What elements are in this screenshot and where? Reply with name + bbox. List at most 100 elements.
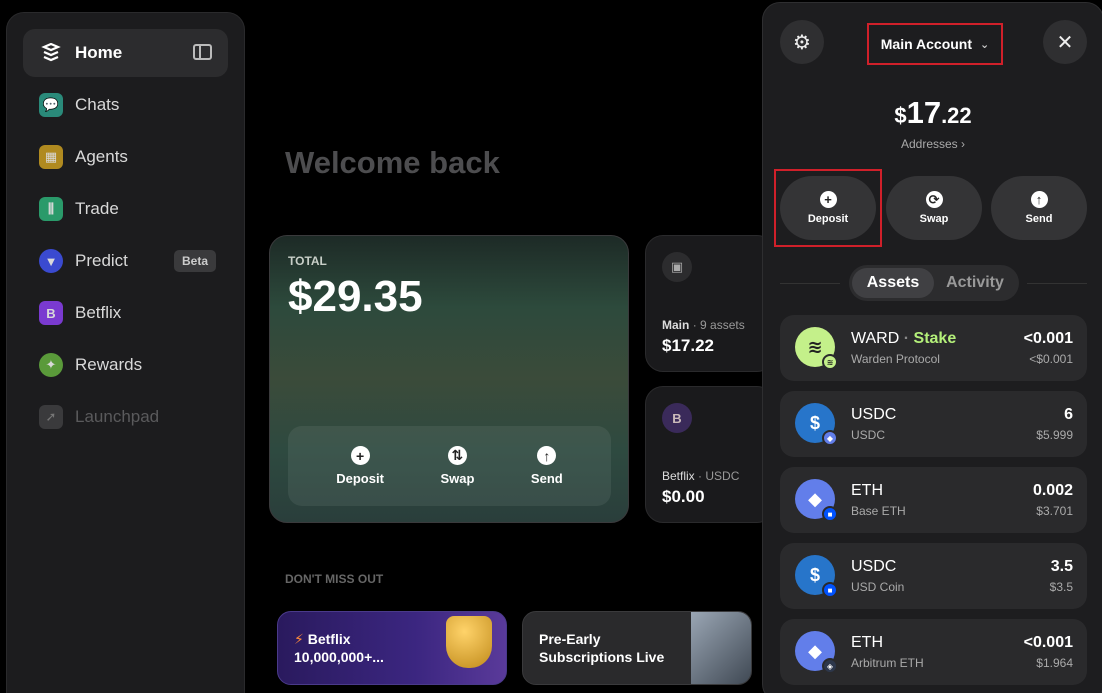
grid-icon: ▦ bbox=[39, 145, 63, 169]
wallet-swap-button[interactable]: ⟳ Swap bbox=[886, 176, 982, 240]
asset-symbol: USDC bbox=[851, 406, 897, 423]
settings-button[interactable]: ⚙ bbox=[780, 20, 824, 64]
base-badge-icon: ■ bbox=[822, 506, 838, 522]
sidebar-item-predict[interactable]: ▼ Predict Beta bbox=[23, 237, 228, 285]
account-balance: $0.00 bbox=[662, 487, 705, 506]
sidebar-item-launchpad[interactable]: ➚ Launchpad bbox=[23, 393, 228, 441]
total-balance-card: TOTAL $29.35 + Deposit ⇅ Swap ↑ Send bbox=[269, 235, 629, 523]
stake-link[interactable]: Stake bbox=[914, 330, 957, 347]
deposit-label: Deposit bbox=[336, 471, 384, 486]
asset-name: USDC bbox=[851, 558, 896, 576]
asset-name: USDC bbox=[851, 406, 896, 424]
wallet-send-button[interactable]: ↑ Send bbox=[991, 176, 1087, 240]
asset-name: WARD · Stake bbox=[851, 330, 957, 347]
account-selector[interactable]: Main Account ⌄ bbox=[867, 23, 1003, 65]
asset-amount: 3.5 bbox=[1050, 558, 1073, 575]
wallet-icon: ▣ bbox=[662, 252, 692, 282]
asset-row[interactable]: ◆ ■ ETH Base ETH 0.002 $3.701 bbox=[780, 467, 1087, 533]
swap-label: Swap bbox=[919, 213, 949, 225]
betflix-icon: B bbox=[662, 403, 692, 433]
sidebar-item-label: Agents bbox=[75, 147, 128, 166]
promo-card-betflix[interactable]: ⚡ Betflix 10,000,000+... bbox=[277, 611, 507, 685]
account-card-main[interactable]: ▣ Main · 9 assets $17.22 bbox=[645, 235, 775, 372]
wallet-panel: ⚙ Main Account ⌄ ✕ $17.22 Addresses › + … bbox=[762, 2, 1102, 693]
account-name: Betflix · USDC bbox=[662, 469, 740, 483]
sidebar-item-label: Rewards bbox=[75, 355, 143, 374]
wallet-deposit-button[interactable]: + Deposit bbox=[780, 176, 876, 240]
sidebar-item-label: Betflix bbox=[75, 303, 122, 322]
sidebar-item-label: Trade bbox=[75, 199, 119, 218]
account-card-betflix[interactable]: B Betflix · USDC $0.00 bbox=[645, 386, 775, 523]
logo-icon bbox=[39, 41, 63, 65]
sidebar-item-betflix[interactable]: B Betflix bbox=[23, 289, 228, 337]
total-amount: $29.35 bbox=[288, 272, 423, 321]
tab-activity[interactable]: Activity bbox=[934, 268, 1016, 298]
sidebar-item-rewards[interactable]: ✦ Rewards bbox=[23, 341, 228, 389]
promo-line1: Betflix bbox=[307, 631, 351, 647]
asset-symbol: ETH bbox=[851, 482, 883, 499]
account-sub: USDC bbox=[705, 469, 740, 483]
chat-icon: 💬 bbox=[39, 93, 63, 117]
chain-badge-icon: ◆ bbox=[822, 430, 838, 446]
shield-icon: ▼ bbox=[39, 249, 63, 273]
balance-int: 17 bbox=[906, 95, 942, 130]
divider bbox=[1027, 283, 1087, 284]
asset-symbol: WARD bbox=[851, 330, 900, 347]
asset-tabs: Assets Activity bbox=[849, 265, 1019, 301]
asset-row[interactable]: ◆ ◈ ETH Arbitrum ETH <0.001 $1.964 bbox=[780, 619, 1087, 685]
send-label: Send bbox=[1025, 213, 1053, 225]
asset-desc: Base ETH bbox=[851, 504, 906, 518]
asset-usd: <$0.001 bbox=[1029, 352, 1073, 366]
ward-badge-icon: ≋ bbox=[822, 354, 838, 370]
send-button[interactable]: ↑ Send bbox=[531, 446, 563, 486]
close-button[interactable]: ✕ bbox=[1043, 20, 1087, 64]
sidebar-item-agents[interactable]: ▦ Agents bbox=[23, 133, 228, 181]
asset-usd: $3.701 bbox=[1036, 504, 1073, 518]
promo-card-subscriptions[interactable]: Pre-Early Subscriptions Live bbox=[522, 611, 752, 685]
arbitrum-badge-icon: ◈ bbox=[822, 658, 838, 674]
asset-name: ETH bbox=[851, 482, 883, 500]
wallet-balance: $17.22 bbox=[763, 95, 1102, 131]
account-sub: 9 assets bbox=[700, 318, 745, 332]
asset-amount: <0.001 bbox=[1023, 634, 1073, 651]
welcome-heading: Welcome back bbox=[285, 145, 500, 180]
usdc-icon: $ ■ bbox=[795, 555, 838, 598]
arrow-up-icon: ↑ bbox=[1030, 191, 1048, 208]
betflix-icon: B bbox=[39, 301, 63, 325]
account-title: Betflix bbox=[662, 469, 695, 483]
sidebar: Home 💬 Chats ▦ Agents ⫼ Trade ▼ Predict … bbox=[6, 12, 245, 693]
asset-row[interactable]: $ ■ USDC USD Coin 3.5 $3.5 bbox=[780, 543, 1087, 609]
sidebar-item-trade[interactable]: ⫼ Trade bbox=[23, 185, 228, 233]
deposit-button[interactable]: + Deposit bbox=[336, 446, 384, 486]
eth-icon: ◆ ◈ bbox=[795, 631, 838, 674]
chevron-down-icon: ⌄ bbox=[980, 38, 990, 51]
addresses-link[interactable]: Addresses › bbox=[763, 137, 1102, 151]
rewards-icon: ✦ bbox=[39, 353, 63, 377]
swap-icon: ⇅ bbox=[447, 446, 467, 465]
asset-symbol: USDC bbox=[851, 558, 897, 575]
swap-button[interactable]: ⇅ Swap bbox=[440, 446, 474, 486]
asset-amount: <0.001 bbox=[1023, 330, 1073, 347]
asset-row[interactable]: $ ◆ USDC USDC 6 $5.999 bbox=[780, 391, 1087, 457]
sidebar-item-chats[interactable]: 💬 Chats bbox=[23, 81, 228, 129]
balance-dec: .22 bbox=[941, 103, 972, 128]
close-icon: ✕ bbox=[1056, 31, 1074, 54]
sidebar-item-home[interactable]: Home bbox=[23, 29, 228, 77]
rocket-icon: ➚ bbox=[39, 405, 63, 429]
tab-assets[interactable]: Assets bbox=[852, 268, 934, 298]
asset-usd: $1.964 bbox=[1036, 656, 1073, 670]
sidebar-toggle-icon[interactable] bbox=[193, 44, 212, 60]
asset-amount: 6 bbox=[1064, 406, 1073, 423]
sidebar-item-label: Chats bbox=[75, 95, 120, 114]
asset-desc: USD Coin bbox=[851, 580, 905, 594]
account-selector-label: Main Account bbox=[880, 36, 973, 52]
sidebar-item-label: Launchpad bbox=[75, 407, 160, 426]
asset-desc: Warden Protocol bbox=[851, 352, 940, 366]
asset-row[interactable]: ≋ ≋ WARD · Stake Warden Protocol <0.001 … bbox=[780, 315, 1087, 381]
candles-icon: ⫼ bbox=[39, 197, 63, 221]
asset-amount: 0.002 bbox=[1032, 482, 1073, 499]
ward-icon: ≋ ≋ bbox=[795, 327, 838, 370]
balance-currency: $ bbox=[894, 103, 907, 128]
gear-icon: ⚙ bbox=[793, 31, 811, 54]
beta-badge: Beta bbox=[173, 250, 216, 272]
